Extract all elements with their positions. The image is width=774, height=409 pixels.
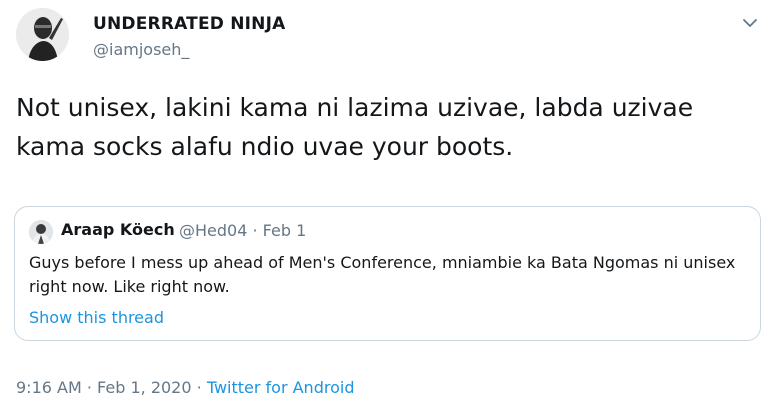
quoted-author-avatar[interactable] [29, 220, 53, 244]
tweet-date[interactable]: Feb 1, 2020 [97, 378, 191, 397]
quoted-author-display-name[interactable]: Araap Köech [61, 220, 175, 239]
author-display-name[interactable]: UNDERRATED NINJA [93, 14, 285, 34]
quoted-tweet-date[interactable]: Feb 1 [263, 221, 307, 240]
author-handle[interactable]: @iamjoseh_ [93, 40, 189, 59]
quoted-tweet-meta: @Hed04 · Feb 1 [179, 221, 306, 240]
quoted-author-handle[interactable]: @Hed04 [179, 221, 247, 240]
tweet-time[interactable]: 9:16 AM [16, 378, 82, 397]
show-thread-link[interactable]: Show this thread [29, 308, 164, 327]
tweet-text: Not unisex, lakini kama ni lazima uzivae… [16, 93, 694, 161]
tweet-footer: 9:16 AM · Feb 1, 2020 · Twitter for Andr… [16, 378, 354, 397]
meta-separator: · [252, 221, 258, 240]
chevron-down-icon[interactable] [740, 13, 760, 33]
footer-separator: · [196, 378, 202, 397]
author-avatar[interactable] [16, 8, 69, 61]
quoted-tweet-text: Guys before I mess up ahead of Men's Con… [29, 253, 736, 296]
footer-separator: · [86, 378, 92, 397]
tweet-source-link[interactable]: Twitter for Android [207, 378, 355, 397]
quoted-tweet-card[interactable]: Araap Köech @Hed04 · Feb 1 Guys before I… [14, 206, 761, 341]
